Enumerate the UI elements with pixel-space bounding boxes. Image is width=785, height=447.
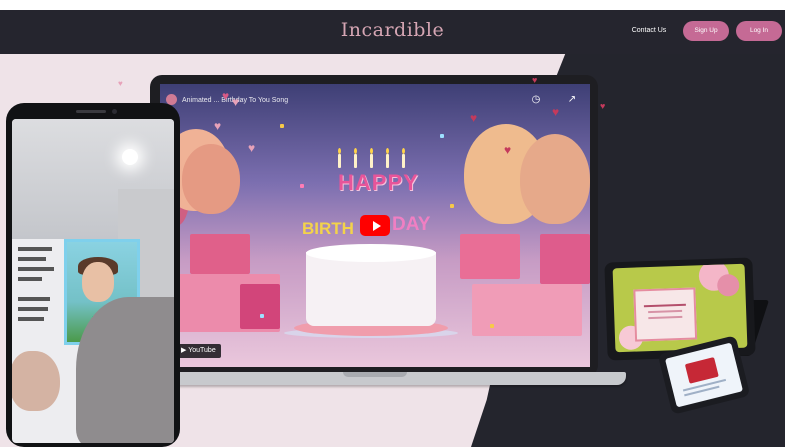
confetti xyxy=(280,124,284,128)
flower-decoration xyxy=(716,273,740,297)
confetti xyxy=(440,134,444,138)
balloon xyxy=(182,144,240,214)
birth-text: BIRTH xyxy=(302,219,354,238)
wall-decal xyxy=(18,239,58,351)
arm xyxy=(76,297,174,443)
confetti xyxy=(450,204,454,208)
contact-us-link[interactable]: Contact Us xyxy=(626,27,672,34)
video-player[interactable]: HAPPY BIRTH DAY Animated ... Birthday To… xyxy=(160,84,590,367)
gift-box xyxy=(240,284,280,329)
cake-top xyxy=(306,244,436,262)
gift-box xyxy=(190,234,250,274)
hand xyxy=(12,351,60,411)
day-text: DAY xyxy=(392,214,431,235)
heart-icon: ♥ xyxy=(552,105,560,119)
candle xyxy=(386,154,389,168)
candle-flame xyxy=(402,148,405,154)
card-text-line xyxy=(648,315,683,320)
watch-later-icon[interactable]: ◷ xyxy=(530,94,542,106)
candle xyxy=(402,154,405,168)
heart-icon: ♥ xyxy=(532,75,538,85)
top-nav-bar: Incardible Contact Us Sign Up Log In xyxy=(0,10,785,54)
happy-text: HAPPY xyxy=(338,170,419,195)
youtube-logo-icon[interactable]: ▶ YouTube xyxy=(176,344,221,358)
confetti xyxy=(490,324,494,328)
candle xyxy=(370,154,373,168)
card-text-line xyxy=(643,303,686,308)
candle xyxy=(354,154,357,168)
sign-up-button[interactable]: Sign Up xyxy=(683,21,729,41)
log-in-button[interactable]: Log In xyxy=(736,21,782,41)
landing-page: Incardible Contact Us Sign Up Log In HAP… xyxy=(0,0,785,447)
ceiling-light xyxy=(122,149,138,165)
heart-icon: ♥ xyxy=(600,101,606,111)
heart-icon: ♥ xyxy=(118,79,123,88)
candle-flame xyxy=(386,148,389,154)
phone-camera xyxy=(112,109,117,114)
confetti xyxy=(260,314,264,318)
candle-flame xyxy=(354,148,357,154)
child-face xyxy=(82,262,114,302)
candle-flame xyxy=(370,148,373,154)
heart-icon: ♥ xyxy=(470,111,478,125)
heart-icon: ♥ xyxy=(232,95,240,109)
play-triangle xyxy=(373,221,381,231)
heart-icon: ♥ xyxy=(214,119,222,133)
gift-box xyxy=(540,234,590,284)
heart-icon: ♥ xyxy=(504,143,512,157)
card-text-line xyxy=(648,309,683,314)
gift-box xyxy=(472,284,582,336)
phone-ar-view: Hi ❤ xyxy=(12,119,174,443)
cake xyxy=(306,252,436,326)
greeting-card xyxy=(633,287,698,342)
phone-speaker xyxy=(76,110,106,113)
laptop-notch xyxy=(343,372,407,377)
balloon xyxy=(520,134,590,224)
candle-flame xyxy=(338,148,341,154)
share-icon[interactable]: ↗ xyxy=(566,94,578,106)
gift-box xyxy=(460,234,520,279)
heart-icon: ♥ xyxy=(248,141,256,155)
confetti xyxy=(300,184,304,188)
card-thumbnail xyxy=(684,357,719,384)
candle xyxy=(338,154,341,168)
heart-icon: ♥ xyxy=(222,89,230,103)
